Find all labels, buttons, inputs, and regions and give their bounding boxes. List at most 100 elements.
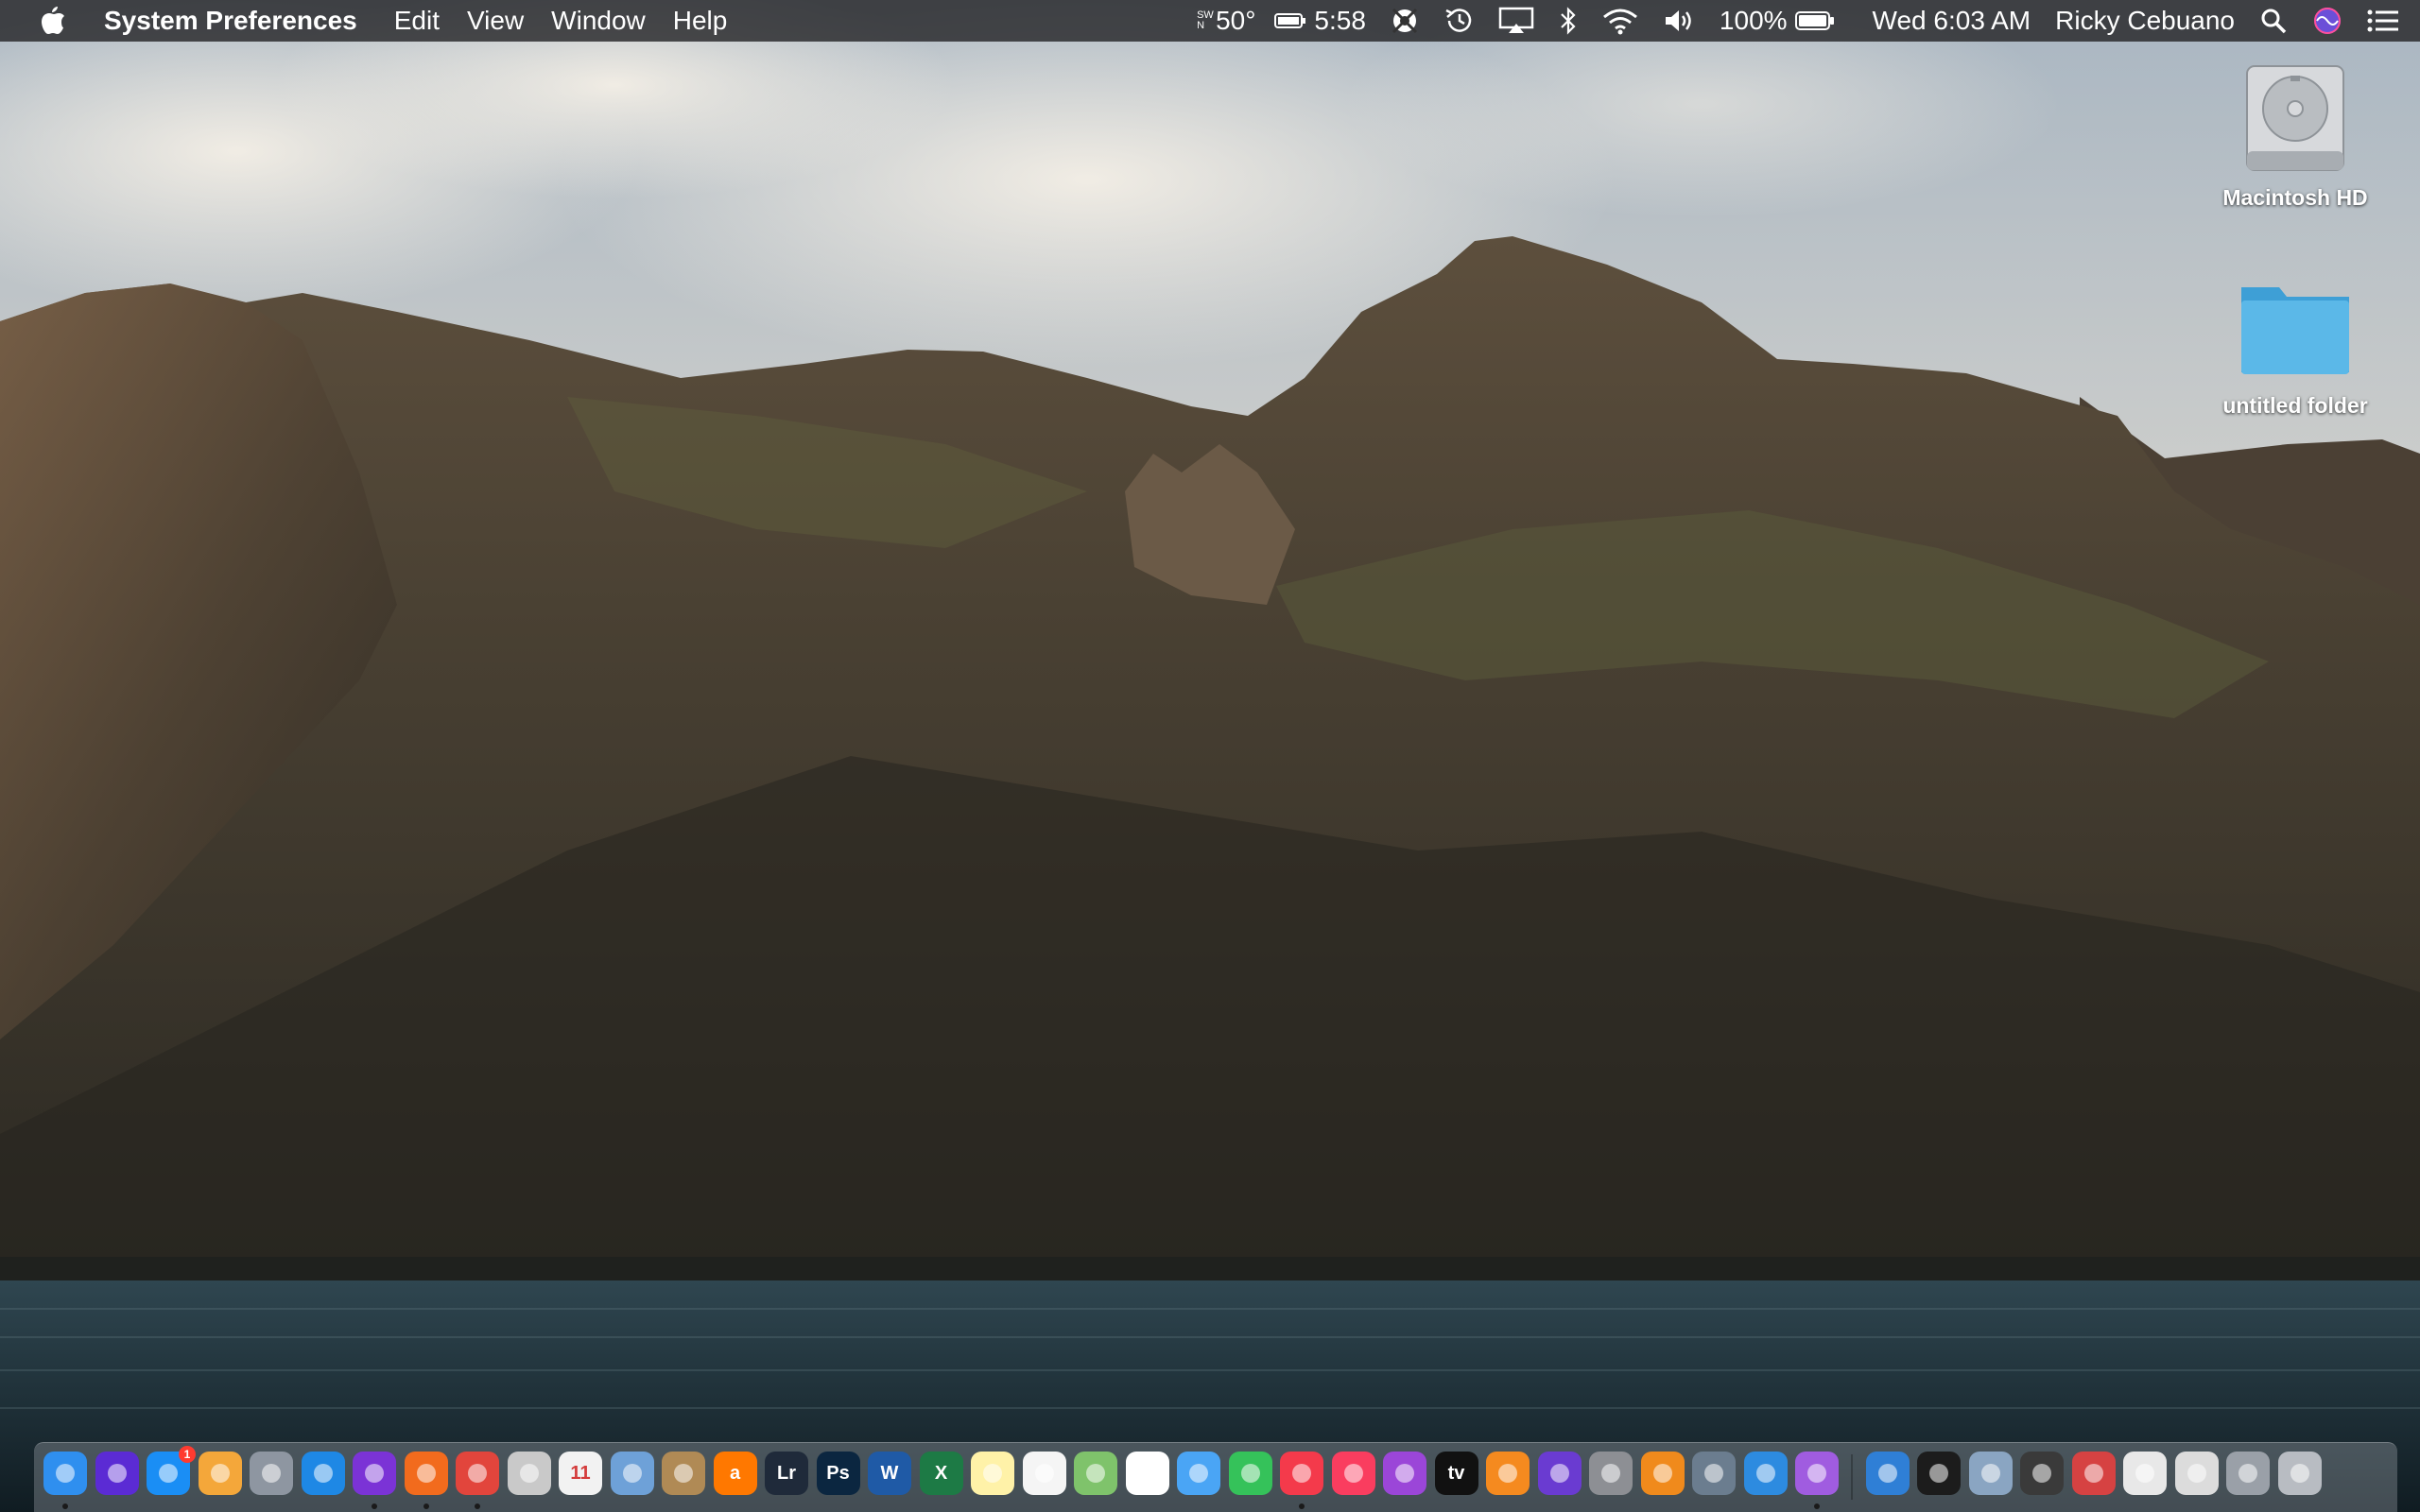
weather-widget[interactable]: SW N 50° [1197, 6, 1255, 36]
terminal-icon [1929, 1464, 1948, 1483]
spotlight-search-icon[interactable] [2259, 7, 2288, 35]
dock-item-finder[interactable] [43, 1452, 87, 1495]
desktop-icon-label: Macintosh HD [2222, 185, 2368, 210]
system-preferences-icon [1601, 1464, 1620, 1483]
running-indicator [423, 1503, 429, 1509]
dock-item-system-preferences[interactable] [1589, 1452, 1633, 1495]
menu-view[interactable]: View [467, 6, 551, 36]
dock-item-siri[interactable] [95, 1452, 139, 1495]
documents-stack-icon [2135, 1464, 2154, 1483]
shortcuts-icon [365, 1464, 384, 1483]
battery-icon [1794, 10, 1835, 31]
dock-item-home[interactable] [198, 1452, 242, 1495]
stack-folder-icon [1980, 1464, 2000, 1483]
dock-item-terminal[interactable] [1917, 1452, 1961, 1495]
siri-icon[interactable] [2312, 6, 2342, 36]
dock-item-vlc[interactable] [1640, 1452, 1685, 1495]
accessibility-icon[interactable] [1391, 7, 1419, 35]
dock-item-apple-tv[interactable]: tv [1434, 1452, 1478, 1495]
clock[interactable]: Wed 6:03 AM [1873, 6, 2031, 36]
dock-item-files-stack[interactable] [2174, 1452, 2219, 1495]
xcode-icon [1755, 1464, 1775, 1483]
running-indicator [1299, 1503, 1305, 1509]
dock-item-shortcuts[interactable] [353, 1452, 396, 1495]
airplay-icon[interactable] [1498, 7, 1534, 35]
archive-icon [674, 1464, 693, 1483]
dock-item-wifi-diagnostics[interactable] [1865, 1452, 1910, 1495]
dock-item-facetime[interactable] [1228, 1452, 1272, 1495]
dock-item-photoshop[interactable]: Ps [816, 1452, 860, 1495]
dock-item-firefox[interactable] [404, 1452, 448, 1495]
dock-item-app-store[interactable]: 1 [147, 1446, 196, 1495]
time-machine-icon[interactable] [1443, 7, 1474, 35]
dock-item-excel[interactable]: X [919, 1452, 963, 1495]
bluetooth-icon[interactable] [1559, 7, 1578, 35]
home-icon [210, 1464, 230, 1483]
dock-item-notes[interactable] [971, 1452, 1014, 1495]
battery-widget[interactable]: 100% [1720, 6, 1835, 36]
dock-item-podcasts[interactable] [1383, 1452, 1426, 1495]
dock-item-camera[interactable] [507, 1452, 551, 1495]
desktop-icon-untitled-folder[interactable]: untitled folder [2201, 274, 2390, 419]
volume-icon[interactable] [1663, 7, 1695, 35]
menu-help[interactable]: Help [673, 6, 755, 36]
desktop-icon-macintosh-hd[interactable]: Macintosh HD [2201, 57, 2390, 211]
dock-item-documents-stack[interactable] [2123, 1452, 2167, 1495]
lightroom-icon: Lr [777, 1462, 796, 1484]
music-icon [1343, 1464, 1363, 1483]
dock-item-preview[interactable] [610, 1452, 654, 1495]
dock-item-messages[interactable] [1177, 1452, 1220, 1495]
dock-item-music[interactable] [1331, 1452, 1375, 1495]
chrome-icon [468, 1464, 487, 1483]
dock-item-archive[interactable] [662, 1452, 705, 1495]
dock-item-avast[interactable]: a [713, 1452, 757, 1495]
user-name[interactable]: Ricky Cebuano [2055, 6, 2235, 36]
dock-item-screens-stack[interactable] [2226, 1452, 2270, 1495]
menu-bar: System Preferences Edit View Window Help… [0, 0, 2420, 42]
finder-icon [56, 1464, 75, 1483]
dock-item-downloads-stack[interactable] [2071, 1452, 2116, 1495]
maps-icon [1086, 1464, 1105, 1483]
dock-item-reminders[interactable] [1022, 1452, 1066, 1495]
dock-item-microphone-stack[interactable] [2020, 1452, 2064, 1495]
dock-item-imovie[interactable] [1537, 1452, 1582, 1495]
dock-item-trash[interactable] [2277, 1452, 2322, 1495]
app-menu-system-preferences[interactable]: System Preferences [104, 6, 385, 36]
notification-center-icon[interactable] [2367, 9, 2399, 33]
dock-item-chrome[interactable] [456, 1452, 499, 1495]
battery-percent: 100% [1719, 6, 1788, 35]
dock-item-news[interactable] [1280, 1452, 1323, 1495]
wallpaper [0, 0, 2420, 1512]
dock-item-launchpad[interactable] [250, 1452, 293, 1495]
dock-item-stack-folder[interactable] [1968, 1452, 2013, 1495]
dock-item-maps[interactable] [1074, 1452, 1117, 1495]
dock-item-photos[interactable] [1125, 1452, 1169, 1495]
dock-item-calendar[interactable]: 11 [559, 1452, 602, 1495]
dock-item-lightroom[interactable]: Lr [765, 1452, 808, 1495]
files-stack-icon [2187, 1464, 2206, 1483]
microphone-stack-icon [2032, 1464, 2051, 1483]
wifi-diagnostics-icon [1877, 1464, 1897, 1483]
wifi-icon[interactable] [1602, 7, 1638, 35]
dock-item-feedback[interactable] [1795, 1452, 1839, 1495]
dock-item-image-capture[interactable] [1692, 1452, 1736, 1495]
feedback-icon [1807, 1464, 1826, 1483]
avast-icon: a [729, 1462, 741, 1484]
downloads-stack-icon [2083, 1464, 2103, 1483]
dock-item-books[interactable] [1486, 1452, 1530, 1495]
messages-icon [1189, 1464, 1208, 1483]
screens-stack-icon [2238, 1464, 2257, 1483]
dock-item-xcode[interactable] [1743, 1452, 1788, 1495]
reminders-icon [1034, 1464, 1054, 1483]
menu-edit[interactable]: Edit [394, 6, 467, 36]
weather-direction: SW N [1197, 9, 1214, 31]
running-indicator [1814, 1503, 1820, 1509]
safari-icon [313, 1464, 333, 1483]
running-indicator [475, 1503, 480, 1509]
apple-logo-icon[interactable] [34, 0, 72, 42]
photos-icon [1137, 1464, 1157, 1483]
menu-window[interactable]: Window [551, 6, 673, 36]
battery-time-widget[interactable]: 5:58 [1274, 6, 1366, 36]
dock-item-word[interactable]: W [868, 1452, 911, 1495]
dock-item-safari[interactable] [301, 1452, 345, 1495]
